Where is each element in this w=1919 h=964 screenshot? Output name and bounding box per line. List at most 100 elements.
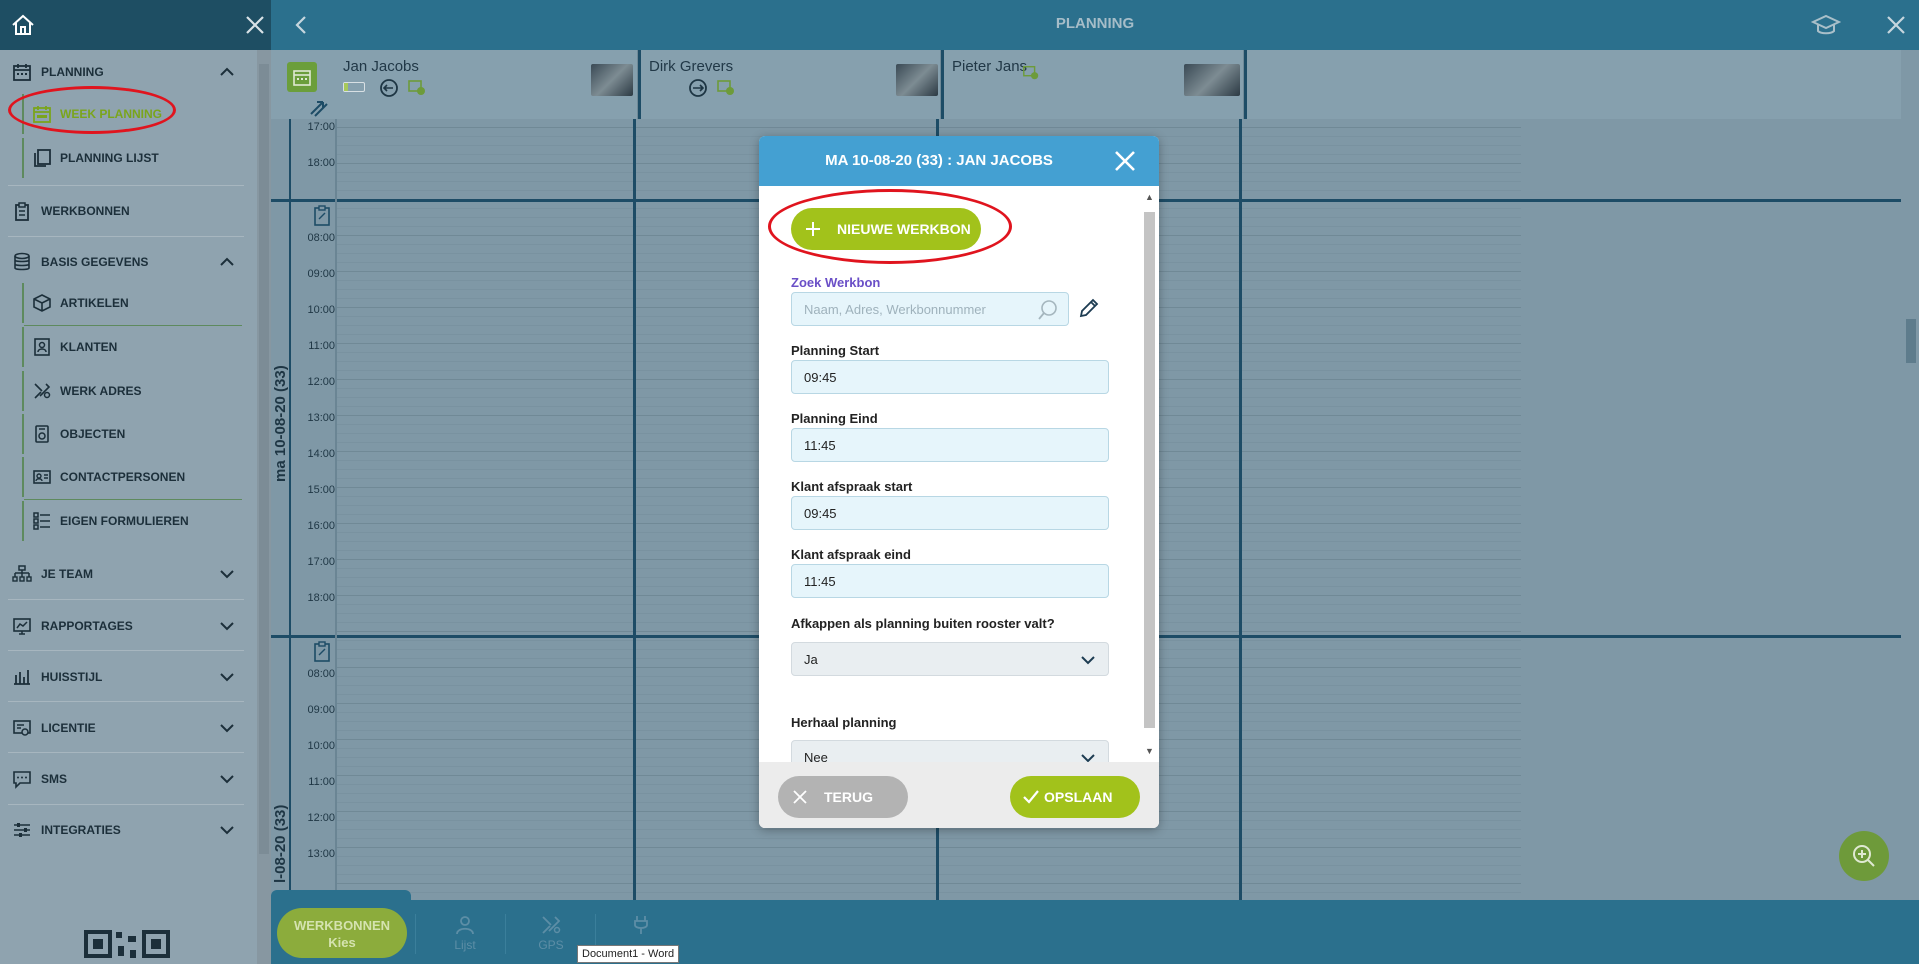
sidebar-item-licentie[interactable]: LICENTIE: [0, 706, 252, 750]
clipboard-icon[interactable]: [313, 641, 331, 663]
dialog-title: MA 10-08-20 (33) : JAN JACOBS: [825, 152, 1053, 169]
planning-start-label: Planning Start: [791, 343, 880, 358]
clipboard-icon[interactable]: [313, 205, 331, 227]
zoom-button[interactable]: [1839, 831, 1889, 881]
pencil-icon[interactable]: [1077, 296, 1101, 320]
chevron-down-icon[interactable]: [218, 617, 236, 635]
scroll-down-icon[interactable]: ▼: [1145, 746, 1154, 756]
client-start-field[interactable]: 09:45: [791, 496, 1109, 530]
cutoff-select[interactable]: Ja: [791, 642, 1109, 676]
time-label: 09:00: [307, 268, 335, 280]
client-start-label: Klant afspraak start: [791, 479, 913, 494]
location-card-icon[interactable]: [716, 78, 736, 98]
button-sublabel: Kies: [328, 935, 356, 950]
sidebar-item-objecten[interactable]: OBJECTEN: [22, 414, 244, 454]
chevron-up-icon[interactable]: [218, 63, 236, 81]
search-icon[interactable]: [1036, 298, 1060, 322]
taskbar-tooltip: Document1 - Word: [577, 945, 680, 963]
scrollbar-thumb[interactable]: [1906, 319, 1916, 363]
client-end-label: Klant afspraak eind: [791, 547, 911, 562]
sidebar-item-label: EIGEN FORMULIEREN: [60, 514, 189, 528]
qr-code-icon[interactable]: [84, 930, 170, 964]
sidebar-item-label: ARTIKELEN: [60, 296, 129, 310]
planning-start-field[interactable]: 09:45: [791, 360, 1109, 394]
tools-location-icon: [34, 383, 51, 399]
chevron-up-icon[interactable]: [218, 253, 236, 271]
time-label: 10:00: [307, 304, 335, 316]
dialog-scrollbar[interactable]: ▲ ▼: [1142, 190, 1157, 760]
close-icon[interactable]: [1111, 147, 1139, 175]
time-label: 12:00: [307, 376, 335, 388]
sidebar-item-klanten[interactable]: KLANTEN: [22, 327, 244, 367]
back-button[interactable]: TERUG: [778, 776, 908, 818]
sidebar-item-label: WERKBONNEN: [41, 204, 130, 218]
route-icon[interactable]: [688, 78, 708, 98]
time-label: 16:00: [307, 520, 335, 532]
sidebar-item-planning-lijst[interactable]: PLANNING LIJST: [22, 138, 244, 178]
divider: [505, 914, 506, 954]
time-label: 13:00: [307, 412, 335, 424]
werkbonnen-kies-button[interactable]: WERKBONNEN Kies: [277, 908, 407, 958]
avatar: [1184, 64, 1240, 96]
home-icon[interactable]: [10, 12, 36, 38]
sidebar-item-werkbonnen[interactable]: WERKBONNEN: [0, 189, 252, 233]
sidebar-item-rapportages[interactable]: RAPPORTAGES: [0, 604, 252, 648]
employee-column[interactable]: Jan Jacobs: [335, 50, 638, 119]
sidebar-item-label: INTEGRATIES: [41, 823, 121, 837]
gps-button[interactable]: GPS: [521, 914, 581, 952]
time-label: 11:00: [308, 776, 335, 788]
chevron-down-icon[interactable]: [218, 719, 236, 737]
scroll-up-icon[interactable]: ▲: [1145, 192, 1154, 202]
sliders-icon: [14, 823, 30, 837]
sidebar-item-contactpersonen[interactable]: CONTACTPERSONEN: [22, 457, 244, 497]
sidebar-item-eigen-formulieren[interactable]: EIGEN FORMULIEREN: [22, 501, 244, 541]
save-button[interactable]: OPSLAAN: [1010, 776, 1140, 818]
grid-line: [335, 865, 1521, 866]
client-end-field[interactable]: 11:45: [791, 564, 1109, 598]
lijst-button[interactable]: Lijst: [435, 914, 495, 952]
scrollbar-thumb[interactable]: [259, 64, 269, 854]
sidebar-item-je-team[interactable]: JE TEAM: [0, 552, 252, 596]
grid-scrollbar[interactable]: [1903, 119, 1919, 900]
employee-column[interactable]: Pieter Jans: [941, 50, 1244, 119]
plug-button[interactable]: [611, 914, 671, 938]
sidebar-item-basis-gegevens[interactable]: BASIS GEGEVENS: [0, 240, 252, 284]
close-icon[interactable]: [1883, 12, 1909, 38]
plug-icon: [634, 916, 648, 934]
sidebar-item-huisstijl[interactable]: HUISSTIJL: [0, 655, 252, 699]
sidebar-scrollbar[interactable]: [257, 50, 271, 964]
employee-column[interactable]: Dirk Grevers: [638, 50, 941, 119]
sidebar-item-sms[interactable]: SMS: [0, 757, 252, 801]
location-card-icon[interactable]: [407, 78, 427, 98]
box-icon: [33, 294, 51, 312]
chevron-down-icon[interactable]: [218, 668, 236, 686]
brand-icon: [14, 670, 30, 685]
sidebar-item-label: PLANNING: [41, 65, 104, 79]
close-icon[interactable]: [242, 12, 268, 38]
dialog-body: NIEUWE WERKBON Zoek Werkbon Naam, Adres,…: [759, 186, 1159, 774]
chevron-down-icon[interactable]: [218, 770, 236, 788]
sidebar-item-artikelen[interactable]: ARTIKELEN: [22, 283, 244, 323]
planning-end-field[interactable]: 11:45: [791, 428, 1109, 462]
sidebar-item-integraties[interactable]: INTEGRATIES: [0, 808, 252, 852]
user-icon: [456, 916, 474, 935]
swap-arrows-icon[interactable]: [307, 98, 331, 118]
divider: [633, 119, 636, 900]
calendar-button[interactable]: [287, 62, 317, 92]
close-icon: [793, 790, 807, 804]
location-card-icon[interactable]: [1022, 64, 1040, 82]
sidebar-item-werk-adres[interactable]: WERK ADRES: [22, 371, 244, 411]
scrollbar-thumb[interactable]: [1144, 212, 1155, 728]
sidebar-item-label: PLANNING LIJST: [60, 151, 159, 165]
divider: [415, 914, 416, 954]
graduation-cap-icon[interactable]: [1811, 12, 1841, 38]
search-input[interactable]: Naam, Adres, Werkbonnummer: [791, 292, 1069, 326]
grid-line: [335, 127, 1521, 128]
chevron-down-icon[interactable]: [218, 565, 236, 583]
chevron-down-icon: [1081, 656, 1095, 665]
time-label: 10:00: [307, 740, 335, 752]
route-icon[interactable]: [379, 78, 399, 98]
time-label: 15:00: [307, 484, 335, 496]
chevron-down-icon[interactable]: [218, 821, 236, 839]
gps-label: GPS: [538, 938, 564, 952]
